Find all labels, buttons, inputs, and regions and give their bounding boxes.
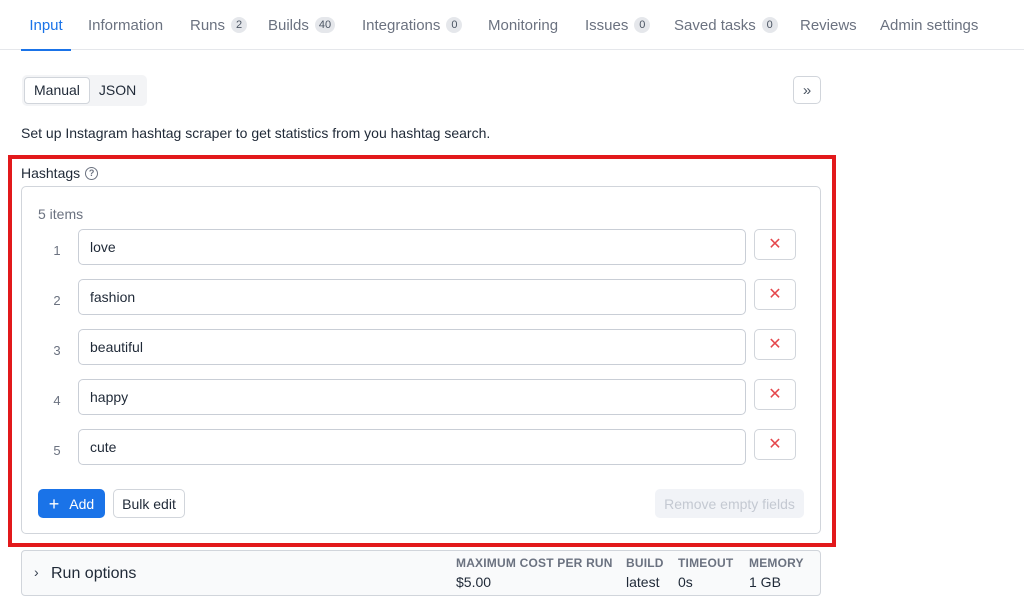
build-label: BUILD [626, 556, 664, 570]
input-mode-toggle: Manual JSON [22, 75, 148, 106]
tab-label: Admin settings [880, 16, 979, 34]
build-value: latest [626, 574, 660, 590]
manual-mode-button[interactable]: Manual [24, 77, 90, 104]
actor-description: Set up Instagram hashtag scraper to get … [21, 125, 491, 141]
tab-builds[interactable]: Builds 40 [268, 0, 336, 50]
count-badge: 0 [446, 17, 463, 33]
tab-issues[interactable]: Issues 0 [585, 0, 651, 50]
tab-reviews[interactable]: Reviews [800, 0, 857, 50]
expand-button[interactable]: » [793, 76, 821, 104]
tab-label: Monitoring [488, 16, 559, 34]
tab-admin-settings[interactable]: Admin settings [880, 0, 978, 50]
tab-bar: Input Information Runs 2 Builds 40 Integra… [0, 0, 1024, 51]
chevron-right-icon: › [34, 564, 39, 580]
json-mode-button[interactable]: JSON [90, 77, 145, 104]
timeout-label: TIMEOUT [678, 556, 734, 570]
tab-label: Builds [268, 16, 309, 34]
tab-label: Integrations [362, 16, 441, 34]
highlight-box [8, 155, 836, 547]
memory-label: MEMORY [749, 556, 804, 570]
tab-saved-tasks[interactable]: Saved tasks 0 [674, 0, 778, 50]
double-chevron-right-icon: » [802, 81, 812, 99]
tab-label: Information [88, 16, 164, 34]
tab-runs[interactable]: Runs 2 [190, 0, 248, 50]
run-options-section[interactable]: › Run options MAXIMUM COST PER RUN $5.00… [21, 550, 821, 596]
tab-label: Reviews [800, 16, 857, 34]
count-badge: 2 [231, 17, 248, 33]
count-badge: 0 [634, 17, 651, 33]
tab-integrations[interactable]: Integrations 0 [362, 0, 463, 50]
count-badge: 0 [761, 17, 778, 33]
memory-value: 1 GB [749, 574, 781, 590]
tab-label: Input [29, 16, 63, 34]
tab-label: Issues [585, 16, 629, 34]
tab-input[interactable]: Input [21, 0, 71, 51]
run-options-title: Run options [51, 565, 137, 582]
tab-label: Runs [190, 16, 226, 34]
tab-label: Saved tasks [674, 16, 756, 34]
tab-information[interactable]: Information [88, 0, 163, 50]
max-cost-label: MAXIMUM COST PER RUN [456, 556, 613, 570]
tab-monitoring[interactable]: Monitoring [488, 0, 558, 50]
max-cost-value: $5.00 [456, 574, 492, 590]
count-badge: 40 [314, 17, 336, 33]
timeout-value: 0s [678, 574, 693, 590]
